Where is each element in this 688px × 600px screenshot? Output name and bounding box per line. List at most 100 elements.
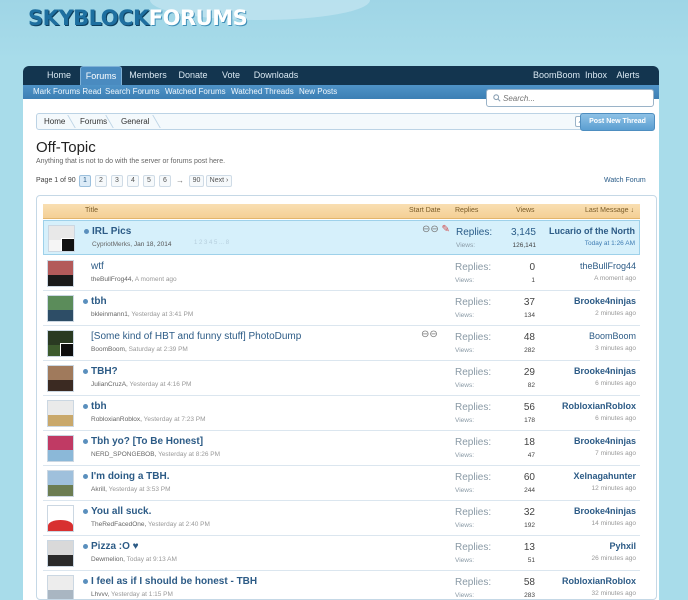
thread-row[interactable]: [Some kind of HBT and funny stuff] Photo…	[43, 326, 640, 361]
thread-title[interactable]: TBH?	[91, 366, 118, 377]
thread-author[interactable]: Lhvvv	[91, 591, 108, 598]
avatar[interactable]	[47, 435, 74, 462]
last-user[interactable]: Lucario of the North	[535, 226, 635, 236]
thread-title[interactable]: [Some kind of HBT and funny stuff] Photo…	[91, 331, 301, 342]
nav-alerts[interactable]: Alerts	[613, 66, 643, 85]
thread-author[interactable]: bkleinmann1	[91, 311, 128, 318]
nav-downloads[interactable]: Downloads	[251, 66, 301, 85]
thread-title[interactable]: Pizza :O ♥	[91, 541, 139, 552]
avatar[interactable]	[47, 575, 74, 599]
page-next-button[interactable]: Next ›	[206, 175, 232, 187]
avatar[interactable]	[48, 225, 75, 252]
subnav-watched-forums[interactable]: Watched Forums	[165, 85, 226, 99]
thread-author[interactable]: theBullFrog44	[91, 276, 131, 283]
last-time[interactable]: 6 minutes ago	[536, 380, 636, 387]
avatar[interactable]	[47, 540, 74, 567]
site-logo[interactable]: SKYBLOCKFORUMS	[28, 6, 248, 30]
mini-pager[interactable]: 1 2 3 4 5 ... 8	[194, 240, 229, 246]
thread-title[interactable]: You all suck.	[91, 506, 151, 517]
thread-row[interactable]: tbh RobloxianRoblox, Yesterday at 7:23 P…	[43, 396, 640, 431]
last-user[interactable]: BoomBoom	[536, 331, 636, 341]
last-user[interactable]: theBullFrog44	[536, 261, 636, 271]
page-link-last[interactable]: 90	[189, 175, 204, 187]
subnav-new-posts[interactable]: New Posts	[299, 85, 337, 99]
nav-members[interactable]: Members	[127, 66, 169, 85]
header-replies[interactable]: Replies	[455, 207, 478, 214]
subnav-search-forums[interactable]: Search Forums	[105, 85, 160, 99]
thread-row[interactable]: I'm doing a TBH. Akrill, Yesterday at 3:…	[43, 466, 640, 501]
last-user[interactable]: RobloxianRoblox	[536, 576, 636, 586]
thread-author[interactable]: BoomBoom	[91, 346, 125, 353]
header-start-date[interactable]: Start Date	[409, 207, 441, 214]
thread-title[interactable]: tbh	[91, 296, 107, 307]
post-new-thread-button[interactable]: Post New Thread	[580, 113, 655, 131]
page-link[interactable]: 6	[159, 175, 171, 187]
thread-title[interactable]: wtf	[91, 261, 104, 272]
page-link[interactable]: 5	[143, 175, 155, 187]
header-title[interactable]: Title	[85, 207, 98, 214]
last-time[interactable]: 3 minutes ago	[536, 345, 636, 352]
avatar[interactable]	[47, 330, 74, 357]
avatar[interactable]	[47, 470, 74, 497]
nav-vote[interactable]: Vote	[217, 66, 245, 85]
avatar[interactable]	[47, 260, 74, 287]
page-link[interactable]: 1	[79, 175, 91, 187]
subnav-watched-threads[interactable]: Watched Threads	[231, 85, 294, 99]
last-user[interactable]: RobloxianRoblox	[536, 401, 636, 411]
last-time[interactable]: 14 minutes ago	[536, 520, 636, 527]
thread-row[interactable]: IRL Pics CypriotMerks, Jan 18, 2014 1 2 …	[43, 220, 640, 255]
last-user[interactable]: Brooke4ninjas	[536, 506, 636, 516]
thread-row[interactable]: I feel as if I should be honest - TBH Lh…	[43, 571, 640, 599]
subnav-mark-read[interactable]: Mark Forums Read	[33, 85, 101, 99]
last-user[interactable]: Xelnagahunter	[536, 471, 636, 481]
thread-title[interactable]: Tbh yo? [To Be Honest]	[91, 436, 203, 447]
thread-title[interactable]: IRL Pics	[92, 226, 131, 237]
avatar[interactable]	[47, 295, 74, 322]
last-time[interactable]: Today at 1:26 AM	[535, 240, 635, 247]
last-message: theBullFrog44 A moment ago	[536, 261, 636, 282]
thread-author[interactable]: Dewmelion	[91, 556, 123, 563]
header-views[interactable]: Views	[516, 207, 535, 214]
last-user[interactable]: Brooke4ninjas	[536, 296, 636, 306]
avatar[interactable]	[47, 365, 74, 392]
last-user[interactable]: Brooke4ninjas	[536, 436, 636, 446]
thread-row[interactable]: You all suck. TheRedFacedOne, Yesterday …	[43, 501, 640, 536]
last-time[interactable]: 32 minutes ago	[536, 590, 636, 597]
thread-row[interactable]: Tbh yo? [To Be Honest] NERD_SPONGEBOB, Y…	[43, 431, 640, 466]
thread-author[interactable]: JulianCruzA	[91, 381, 126, 388]
thread-row[interactable]: Pizza :O ♥ Dewmelion, Today at 9:13 AM R…	[43, 536, 640, 571]
last-time[interactable]: 26 minutes ago	[536, 555, 636, 562]
last-time[interactable]: 12 minutes ago	[536, 485, 636, 492]
last-time[interactable]: 6 minutes ago	[536, 415, 636, 422]
nav-user[interactable]: BoomBoom	[533, 66, 580, 85]
avatar[interactable]	[47, 400, 74, 427]
thread-author[interactable]: CypriotMerks	[92, 241, 130, 248]
thread-row[interactable]: wtf theBullFrog44, A moment ago Replies:…	[43, 256, 640, 291]
header-last-message[interactable]: Last Message ↓	[585, 207, 634, 214]
thread-title[interactable]: I feel as if I should be honest - TBH	[91, 576, 257, 587]
thread-title[interactable]: I'm doing a TBH.	[91, 471, 170, 482]
last-time[interactable]: A moment ago	[536, 275, 636, 282]
nav-donate[interactable]: Donate	[173, 66, 213, 85]
thread-row[interactable]: TBH? JulianCruzA, Yesterday at 4:16 PM R…	[43, 361, 640, 396]
last-time[interactable]: 2 minutes ago	[536, 310, 636, 317]
thread-author[interactable]: TheRedFacedOne	[91, 521, 144, 528]
thread-title[interactable]: tbh	[91, 401, 107, 412]
last-user[interactable]: Brooke4ninjas	[536, 366, 636, 376]
search-input[interactable]	[503, 92, 648, 104]
last-user[interactable]: Pyhxil	[536, 541, 636, 551]
thread-author[interactable]: NERD_SPONGEBOB	[91, 451, 155, 458]
page-link[interactable]: 4	[127, 175, 139, 187]
avatar[interactable]	[47, 505, 74, 532]
page-link[interactable]: 2	[95, 175, 107, 187]
thread-author[interactable]: RobloxianRoblox	[91, 416, 140, 423]
nav-inbox[interactable]: Inbox	[581, 66, 611, 85]
nav-forums[interactable]: Forums	[80, 66, 122, 85]
page-link[interactable]: 3	[111, 175, 123, 187]
thread-row[interactable]: tbh bkleinmann1, Yesterday at 3:41 PM Re…	[43, 291, 640, 326]
watch-forum-link[interactable]: Watch Forum	[604, 177, 646, 184]
search-box[interactable]	[486, 89, 654, 107]
last-time[interactable]: 7 minutes ago	[536, 450, 636, 457]
thread-author[interactable]: Akrill	[91, 486, 105, 493]
nav-home[interactable]: Home	[41, 66, 77, 85]
